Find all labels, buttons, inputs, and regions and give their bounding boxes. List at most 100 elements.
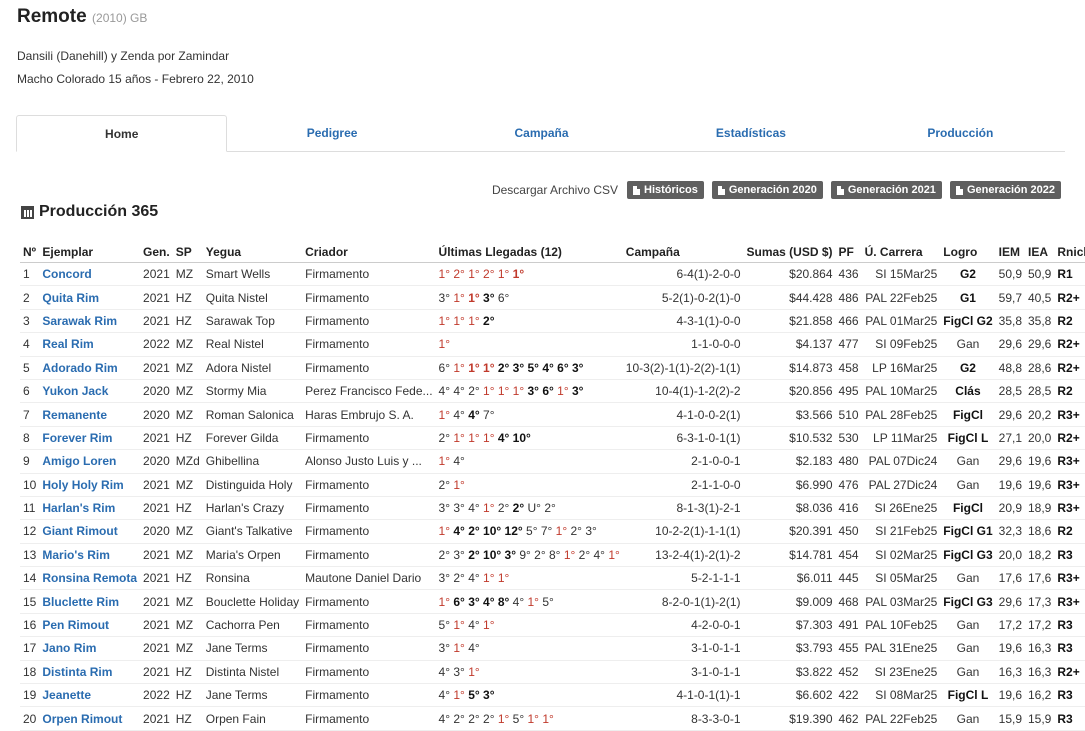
- col-rnick[interactable]: Rnick: [1054, 242, 1085, 263]
- row-pf: 491: [835, 613, 862, 638]
- row-last-race: SI 08Mar25: [861, 683, 941, 708]
- tab-estadisticas[interactable]: Estadísticas: [646, 115, 855, 151]
- table-row: 15 Bluclette Rim 2021 MZ Bouclette Holiday Fi…: [20, 589, 1085, 614]
- col-iea[interactable]: IEA: [1025, 242, 1055, 263]
- row-pf: 466: [835, 309, 862, 334]
- col-sumas[interactable]: Sumas (USD $): [743, 242, 836, 263]
- horse-link[interactable]: Ronsina Remota: [39, 566, 141, 591]
- file-icon: [633, 185, 641, 195]
- row-gen: 2021: [140, 589, 173, 614]
- row-pf: 495: [835, 379, 862, 404]
- horse-link[interactable]: Concord: [39, 262, 141, 287]
- horse-link[interactable]: Jano Rim: [39, 636, 141, 661]
- tab-home[interactable]: Home: [16, 115, 228, 152]
- row-gen: 2021: [140, 706, 173, 731]
- row-last-race: PAL 07Dic24: [861, 449, 941, 474]
- col-sp[interactable]: SP: [172, 242, 203, 263]
- row-campaign: 10-3(2)-1(1)-2(2)-1(1): [622, 356, 744, 380]
- row-iea: 18,9: [1025, 496, 1055, 521]
- col-ejemplar[interactable]: Ejemplar: [39, 242, 141, 263]
- row-logro: G2: [940, 356, 996, 380]
- horse-link[interactable]: Yukon Jack: [39, 379, 141, 404]
- arrival-position: 2°: [578, 547, 591, 562]
- row-arrivals: 1° 4° 2° 10° 12° 5° 7° 1° 2° 3°: [435, 519, 623, 544]
- arrival-position: 1°: [468, 664, 480, 679]
- row-arrivals: 6° 1° 1° 1° 2° 3° 5° 4° 6° 3°: [435, 356, 623, 380]
- horse-link[interactable]: Bluclette Rim: [39, 589, 141, 614]
- horse-link[interactable]: Giant Rimout: [39, 519, 141, 544]
- tab-pedigree[interactable]: Pedigree: [227, 115, 436, 151]
- row-sp: MZ: [172, 589, 203, 614]
- col-n[interactable]: Nº: [20, 242, 40, 263]
- row-last-race: PAL 03Mar25: [861, 589, 941, 614]
- horse-link[interactable]: Harlan's Rim: [39, 496, 141, 521]
- arrival-position: 1°: [438, 313, 451, 328]
- row-number: 16: [20, 613, 40, 638]
- horse-link[interactable]: Holy Holy Rim: [39, 473, 141, 497]
- arrival-position: 2°: [438, 477, 451, 492]
- col-yegua[interactable]: Yegua: [202, 242, 303, 263]
- row-arrivals: 4° 4° 2° 1° 1° 1° 3° 6° 1° 3°: [435, 379, 623, 404]
- col-logro[interactable]: Logro: [940, 242, 996, 263]
- horse-link[interactable]: Pen Rimout: [39, 613, 141, 638]
- horse-link[interactable]: Forever Rim: [39, 426, 141, 451]
- tab-produccion[interactable]: Producción: [856, 115, 1065, 151]
- csv-gen2022-button[interactable]: Generación 2022: [949, 181, 1061, 199]
- tab-bar: Home Pedigree Campaña Estadísticas Produ…: [16, 115, 1065, 152]
- row-arrivals: 2° 3° 2° 10° 3° 9° 2° 8° 1° 2° 4° 1°: [435, 543, 623, 568]
- row-iem: 59,7: [995, 285, 1025, 310]
- arrival-position: U°: [527, 501, 541, 516]
- arrival-position: 7°: [483, 407, 495, 422]
- row-sp: MZ: [172, 543, 203, 568]
- horse-link[interactable]: Remanente: [39, 402, 141, 427]
- arrival-position: 6°: [453, 594, 465, 609]
- row-dam: Real Nistel: [202, 332, 303, 357]
- horse-link[interactable]: Adorado Rim: [39, 356, 141, 380]
- row-sp: MZ: [172, 613, 203, 638]
- horse-link[interactable]: Distinta Rim: [39, 660, 141, 685]
- csv-gen2020-button[interactable]: Generación 2020: [711, 181, 823, 199]
- horse-link[interactable]: Amigo Loren: [39, 449, 141, 474]
- horse-link[interactable]: Mario's Rim: [39, 543, 141, 568]
- arrival-position: 3°: [483, 688, 495, 703]
- row-arrivals: 1° 4°: [435, 449, 623, 474]
- row-pf: 416: [835, 496, 862, 521]
- horse-link[interactable]: Orpen Rimout: [39, 706, 141, 731]
- horse-link[interactable]: Real Rim: [39, 332, 141, 357]
- horse-link[interactable]: Sarawak Rim: [39, 309, 141, 334]
- row-gen: 2021: [140, 309, 173, 334]
- arrival-position: 2°: [483, 711, 495, 726]
- row-breeder: Firmamento: [302, 473, 436, 497]
- table-row: 20 Orpen Rimout 2021 HZ Orpen Fain Firmamento…: [20, 706, 1085, 731]
- col-llegadas[interactable]: Últimas Llegadas (12): [435, 242, 623, 263]
- csv-historicos-button[interactable]: Históricos: [627, 181, 704, 199]
- row-pf: 462: [835, 706, 862, 731]
- csv-gen2021-button[interactable]: Generación 2021: [830, 181, 942, 199]
- arrival-position: 3°: [527, 384, 539, 399]
- col-campana[interactable]: Campaña: [622, 242, 744, 263]
- row-dam: Roman Salonica: [202, 402, 303, 427]
- col-iem[interactable]: IEM: [995, 242, 1025, 263]
- arrival-position: 2°: [570, 524, 582, 539]
- row-number: 6: [20, 379, 40, 404]
- col-criador[interactable]: Criador: [302, 242, 436, 263]
- row-logro: Gan: [940, 613, 996, 638]
- row-sp: MZd: [172, 449, 203, 474]
- horse-link[interactable]: Jeanette: [39, 683, 141, 708]
- row-iem: 35,8: [995, 309, 1025, 334]
- arrival-position: 1°: [438, 407, 451, 422]
- row-sum: $20.391: [743, 519, 836, 544]
- arrival-position: 1°: [497, 571, 510, 586]
- csv-label: Descargar Archivo CSV: [491, 183, 619, 197]
- tab-campana[interactable]: Campaña: [437, 115, 646, 151]
- row-gen: 2021: [140, 473, 173, 497]
- col-ultima-carrera[interactable]: Ú. Carrera: [861, 242, 941, 263]
- horse-link[interactable]: Quita Rim: [39, 285, 141, 310]
- col-gen[interactable]: Gen.: [140, 242, 173, 263]
- row-iea: 40,5: [1025, 285, 1055, 310]
- row-breeder: Firmamento: [302, 332, 436, 357]
- col-pf[interactable]: PF: [835, 242, 862, 263]
- row-iem: 32,3: [995, 519, 1025, 544]
- row-sp: HZ: [172, 426, 203, 451]
- arrival-position: 2°: [468, 524, 480, 539]
